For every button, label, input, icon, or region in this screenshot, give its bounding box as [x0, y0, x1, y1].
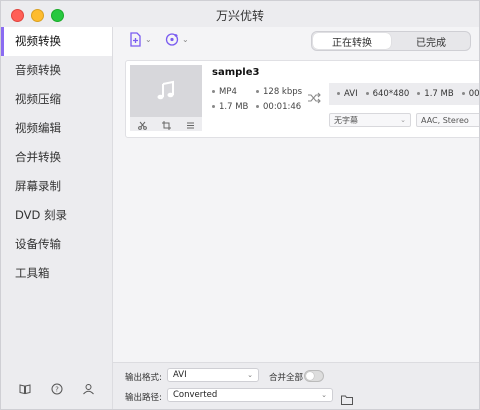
tab-converting[interactable]: 正在转换 — [313, 33, 391, 49]
add-file-icon — [130, 32, 141, 47]
subtitle-value: 无字幕 — [334, 115, 358, 125]
sidebar-item-screen-record[interactable]: 屏幕录制 — [1, 172, 112, 201]
crop-icon[interactable] — [161, 115, 171, 134]
sidebar-item-dvd-burn[interactable]: DVD 刻录 — [1, 201, 112, 230]
sidebar: 视频转换 音频转换 视频压缩 视频编辑 合并转换 屏幕录制 DVD 刻录 设备传… — [1, 27, 113, 409]
output-settings-box[interactable]: AVI 640*480 1.7 MB 00:01:46 — [329, 83, 479, 105]
sidebar-item-toolbox[interactable]: 工具箱 — [1, 259, 112, 288]
audio-dropdown[interactable]: AAC, Stereo — [416, 113, 479, 127]
toolbar: ⌄ ⌄ 正在转换 已完成 — [113, 27, 479, 53]
sidebar-item-device-transfer[interactable]: 设备传输 — [1, 230, 112, 259]
add-media-button[interactable]: ⌄ — [165, 32, 189, 47]
source-format: MP4 — [212, 87, 237, 97]
subtitle-dropdown[interactable]: 无字幕 ⌄ — [329, 113, 411, 127]
file-name: sample3 — [212, 67, 260, 78]
bottom-bar: 输出格式: AVI ⌄ 合并全部 输出路径: Converted ⌄ — [113, 362, 479, 409]
merge-all-toggle[interactable] — [304, 370, 324, 382]
file-card: sample3 MP4 128 kbps 1.7 MB 00:01:46 AVI… — [125, 60, 479, 138]
chevron-down-icon: ⌄ — [400, 116, 406, 124]
merge-all-label: 合并全部 — [269, 373, 304, 383]
tab-finished[interactable]: 已完成 — [392, 32, 470, 50]
source-size: 1.7 MB — [212, 102, 248, 112]
main-panel: ⌄ ⌄ 正在转换 已完成 sample3 MP4 128 kbps 1.7 MB… — [113, 27, 479, 409]
sidebar-item-video-compress[interactable]: 视频压缩 — [1, 85, 112, 114]
svg-text:?: ? — [55, 386, 59, 394]
output-duration: 00:01:46 — [461, 89, 479, 99]
account-icon[interactable] — [81, 381, 97, 397]
output-resolution: 640*480 — [365, 89, 409, 99]
audio-value: AAC, Stereo — [421, 115, 469, 125]
folder-icon[interactable] — [341, 390, 353, 409]
status-tabs: 正在转换 已完成 — [311, 31, 471, 51]
sidebar-item-video-edit[interactable]: 视频编辑 — [1, 114, 112, 143]
chevron-down-icon: ⌄ — [145, 35, 152, 44]
output-path-select[interactable]: Converted ⌄ — [167, 388, 333, 402]
effects-icon[interactable] — [186, 115, 195, 134]
output-size: 1.7 MB — [417, 89, 454, 99]
app-window: 万兴优转 视频转换 音频转换 视频压缩 视频编辑 合并转换 屏幕录制 DVD 刻… — [0, 0, 480, 410]
file-thumbnail — [130, 65, 202, 131]
thumbnail-tools — [130, 117, 202, 131]
music-note-icon — [130, 65, 202, 117]
app-title: 万兴优转 — [215, 9, 264, 23]
output-format-label: 输出格式: — [125, 373, 162, 383]
output-format-value: AVI — [173, 370, 187, 380]
sidebar-item-merge-convert[interactable]: 合并转换 — [1, 143, 112, 172]
convert-arrow-icon — [307, 89, 321, 108]
sidebar-item-video-convert[interactable]: 视频转换 — [1, 27, 112, 56]
source-bitrate: 128 kbps — [256, 87, 302, 97]
source-duration: 00:01:46 — [256, 102, 301, 112]
help-icon[interactable]: ? — [49, 381, 65, 397]
output-path-value: Converted — [173, 390, 218, 400]
sidebar-item-audio-convert[interactable]: 音频转换 — [1, 56, 112, 85]
add-media-icon — [165, 33, 179, 46]
output-format-select[interactable]: AVI ⌄ — [167, 368, 259, 382]
trim-icon[interactable] — [137, 115, 147, 134]
chevron-down-icon: ⌄ — [182, 35, 189, 44]
book-icon[interactable] — [17, 381, 33, 397]
output-format: AVI — [337, 89, 358, 99]
sidebar-footer: ? — [1, 381, 112, 397]
chevron-down-icon: ⌄ — [247, 371, 253, 379]
output-path-label: 输出路径: — [125, 393, 162, 403]
add-file-button[interactable]: ⌄ — [129, 32, 152, 47]
chevron-down-icon: ⌄ — [321, 391, 327, 399]
title-bar: 万兴优转 — [1, 1, 479, 28]
